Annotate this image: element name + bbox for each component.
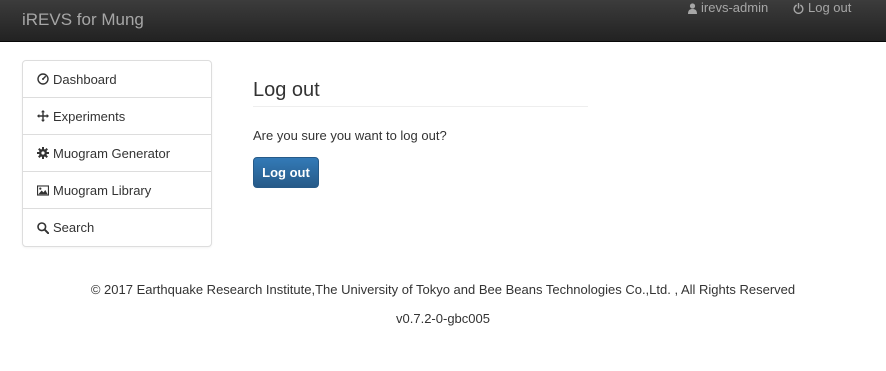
navbar-logout-link[interactable]: Log out [793, 0, 851, 16]
sidebar-item-muogram-library[interactable]: Muogram Library [23, 172, 211, 209]
sidebar-item-label: Muogram Library [53, 182, 152, 198]
dashboard-icon [37, 73, 49, 85]
user-icon [688, 2, 697, 14]
sidebar-item-search[interactable]: Search [23, 209, 211, 246]
logout-button[interactable]: Log out [253, 157, 319, 188]
move-icon [37, 110, 49, 122]
top-navbar: iREVS for Mung irevs-admin Log out [0, 0, 886, 42]
copyright-text: © 2017 Earthquake Research Institute,The… [90, 282, 796, 297]
page-footer: © 2017 Earthquake Research Institute,The… [0, 282, 886, 327]
app-brand[interactable]: iREVS for Mung [22, 10, 144, 30]
sidebar-item-dashboard[interactable]: Dashboard [23, 61, 211, 98]
sidebar-item-label: Experiments [53, 108, 126, 124]
version-text: v0.7.2-0-gbc005 [396, 311, 490, 326]
user-name-label: irevs-admin [701, 0, 769, 15]
search-icon [37, 221, 49, 234]
power-icon [793, 2, 804, 14]
main-content: Log out Are you sure you want to log out… [253, 78, 588, 188]
sidebar-nav: Dashboard Experiments Muogram Generator [22, 60, 212, 247]
navbar-logout-label: Log out [808, 0, 852, 15]
page-title: Log out [253, 78, 588, 107]
cog-icon [37, 147, 49, 159]
sidebar-item-experiments[interactable]: Experiments [23, 98, 211, 135]
user-menu-link[interactable]: irevs-admin [688, 0, 768, 16]
logout-confirm-text: Are you sure you want to log out? [253, 128, 447, 143]
sidebar-item-label: Dashboard [53, 71, 117, 87]
sidebar-item-label: Search [53, 220, 95, 235]
picture-icon [37, 184, 49, 196]
sidebar-item-label: Muogram Generator [53, 145, 171, 161]
sidebar-item-muogram-generator[interactable]: Muogram Generator [23, 135, 211, 172]
